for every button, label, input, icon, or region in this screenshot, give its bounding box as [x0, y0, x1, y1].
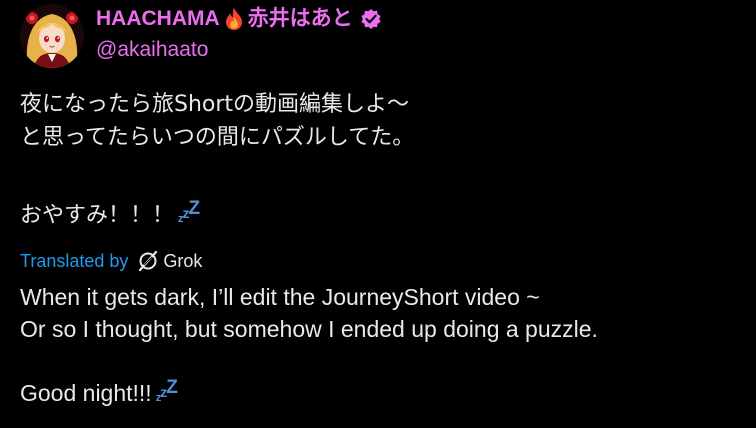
display-name-suffix: 赤井はあと: [247, 7, 353, 30]
post-text: 夜になったら旅Shortの動画編集しよ～ と思ってたらいつの間にパズルしてた。 …: [20, 88, 740, 236]
grok-icon: [137, 250, 159, 272]
translation-closing: Good night!!!: [20, 380, 152, 406]
post-closing-line: おやすみ！！！ zzZ: [20, 198, 740, 236]
sleep-zzz-icon: zzZ: [178, 198, 200, 225]
display-name-prefix: HAACHAMA: [96, 7, 220, 30]
post-closing: おやすみ！！！: [20, 203, 175, 228]
post: HAACHAMA 赤井はあと @akaihaato 夜になったら旅Shortの動…: [0, 0, 756, 428]
translation-line: Or so I thought, but somehow I ended up …: [20, 316, 598, 342]
translation-text: When it gets dark, I’ll edit the Journey…: [20, 281, 750, 414]
translation-closing-line: Good night!!! zzZ: [20, 377, 750, 414]
avatar[interactable]: [20, 4, 84, 68]
translated-by-label[interactable]: Translated by: [20, 251, 128, 272]
post-text-line: 夜になったら旅Shortの動画編集しよ～: [20, 92, 410, 117]
grok-label: Grok: [163, 250, 203, 271]
verified-badge-icon: [360, 8, 382, 30]
fire-icon: [223, 7, 245, 31]
author-display-name[interactable]: HAACHAMA 赤井はあと: [96, 4, 382, 34]
sleep-zzz-icon: zzZ: [155, 377, 178, 404]
translation-line: When it gets dark, I’ll edit the Journey…: [20, 284, 540, 310]
post-text-line: と思ってたらいつの間にパズルしてた。: [20, 125, 415, 150]
author-handle[interactable]: @akaihaato: [96, 36, 208, 64]
translation-attribution: Translated by Grok: [20, 248, 202, 274]
